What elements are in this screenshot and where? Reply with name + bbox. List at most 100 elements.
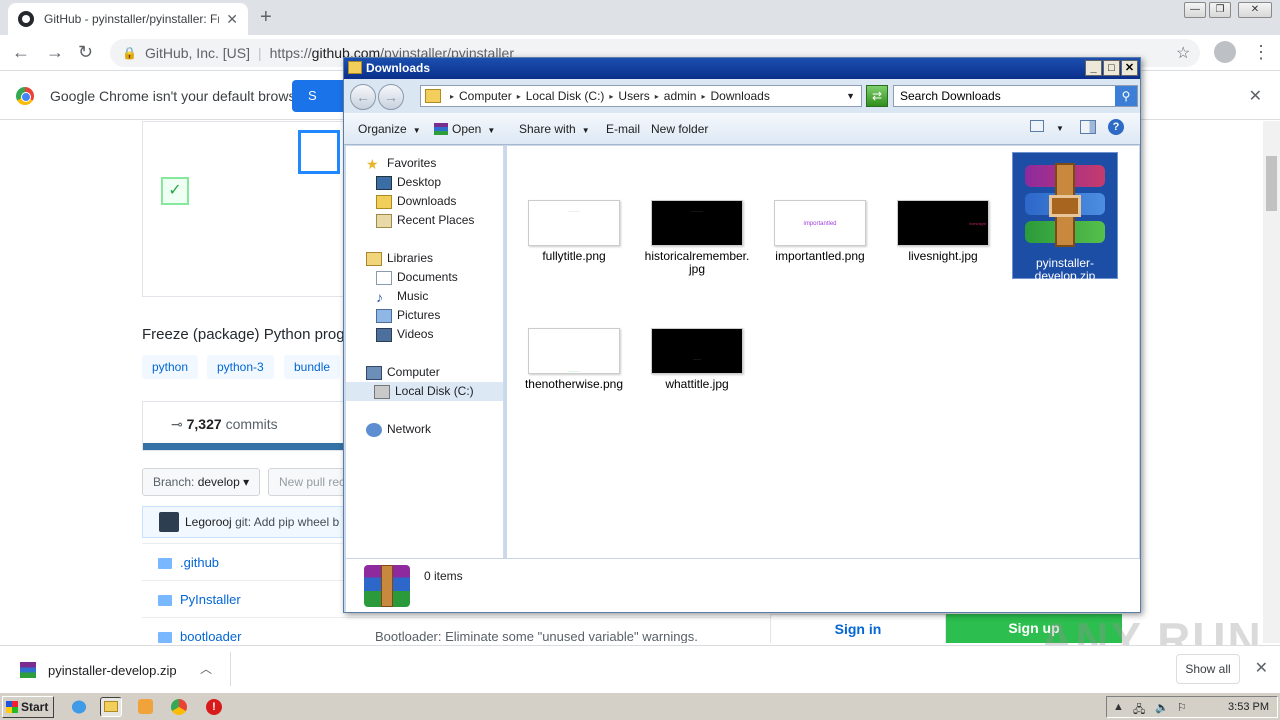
chevron-down-icon[interactable]: ▼ <box>1056 124 1064 133</box>
open-button[interactable]: Open ▼ <box>434 122 495 136</box>
breadcrumb-item[interactable]: Computer <box>459 89 512 103</box>
nav-computer[interactable]: Computer <box>366 363 440 382</box>
file-item[interactable]: livesnight livesnight.jpg <box>890 200 996 263</box>
bookmark-star-icon[interactable]: ☆ <box>1176 43 1190 63</box>
file-row[interactable]: bootloader Bootloader: Eliminate some "u… <box>142 617 772 643</box>
explorer-titlebar[interactable]: Downloads _ □ ✕ <box>344 58 1140 79</box>
branch-name: develop <box>197 475 240 489</box>
sign-in-button[interactable]: Sign in <box>770 614 946 643</box>
details-pane: 0 items <box>346 558 1140 612</box>
chrome-icon <box>16 86 34 105</box>
file-link[interactable]: PyInstaller <box>180 592 241 607</box>
chevron-down-icon[interactable]: ▼ <box>846 91 855 101</box>
topic-tag[interactable]: bundle <box>284 355 341 379</box>
close-shelf-icon[interactable]: ✕ <box>1255 658 1268 678</box>
reload-icon[interactable]: ↻ <box>78 42 93 63</box>
nav-desktop[interactable]: Desktop <box>376 173 441 192</box>
security-alert-icon[interactable]: ! <box>203 697 225 717</box>
volume-icon[interactable]: 🔈 <box>1155 701 1169 714</box>
chevron-right-icon[interactable]: ▸ <box>701 92 705 101</box>
chevron-right-icon[interactable]: ▸ <box>517 92 521 101</box>
search-input[interactable]: Search Downloads ⚲ <box>893 85 1138 107</box>
menu-kebab-icon[interactable]: ⋮ <box>1252 42 1270 63</box>
browser-tab[interactable]: GitHub - pyinstaller/pyinstaller: Freeze… <box>8 3 248 35</box>
maximize-button[interactable]: □ <box>1103 60 1120 76</box>
chrome-taskbar-icon[interactable] <box>168 697 190 717</box>
action-center-flag-icon[interactable]: ⚐ <box>1177 701 1191 714</box>
nav-local-disk[interactable]: Local Disk (C:) <box>346 382 503 401</box>
nav-favorites[interactable]: ★ Favorites <box>366 154 436 173</box>
back-icon[interactable]: ← <box>12 42 30 63</box>
breadcrumb[interactable]: ▸ Computer ▸ Local Disk (C:) ▸ Users ▸ a… <box>420 85 862 107</box>
file-item[interactable]: ——— thenotherwise.png <box>521 328 627 391</box>
thumbnail-text: livesnight <box>969 221 986 226</box>
close-button[interactable]: ✕ <box>1121 60 1138 76</box>
nav-pictures[interactable]: Pictures <box>376 306 440 325</box>
branch-select-button[interactable]: Branch: develop ▾ <box>142 468 261 496</box>
file-item[interactable]: ——— historicalremember.jpg <box>644 200 750 276</box>
internet-explorer-icon[interactable] <box>68 697 90 717</box>
show-all-button[interactable]: Show all <box>1176 654 1240 684</box>
new-tab-button[interactable]: + <box>260 6 272 29</box>
page-scrollbar[interactable] <box>1263 121 1280 643</box>
organize-button[interactable]: Organize ▼ <box>358 122 421 136</box>
folder-icon <box>104 701 118 712</box>
chevron-right-icon[interactable]: ▸ <box>450 92 454 101</box>
topic-tag[interactable]: python <box>142 355 199 379</box>
chevron-right-icon[interactable]: ▸ <box>609 92 613 101</box>
breadcrumb-item[interactable]: Users <box>618 89 649 103</box>
start-button[interactable]: Start <box>2 696 54 718</box>
clock[interactable]: 3:53 PM <box>1228 701 1269 713</box>
minimize-window-button[interactable]: — <box>1184 2 1206 18</box>
file-link[interactable]: bootloader <box>180 629 241 644</box>
file-item[interactable]: ——— fullytitle.png <box>521 200 627 263</box>
forward-icon[interactable]: → <box>46 42 64 63</box>
nav-videos[interactable]: Videos <box>376 325 433 344</box>
email-button[interactable]: E-mail <box>606 122 640 136</box>
libraries-icon <box>366 251 382 266</box>
minimize-button[interactable]: _ <box>1085 60 1102 76</box>
image-thumbnail: livesnight <box>897 200 989 246</box>
chevron-right-icon[interactable]: ▸ <box>655 92 659 101</box>
search-icon[interactable]: ⚲ <box>1115 86 1137 106</box>
nav-documents[interactable]: Documents <box>376 268 458 287</box>
file-link[interactable]: .github <box>180 555 219 570</box>
nav-recent-places[interactable]: Recent Places <box>376 211 474 230</box>
back-icon[interactable]: ← <box>350 84 376 110</box>
nav-libraries[interactable]: Libraries <box>366 249 433 268</box>
preview-pane-icon[interactable] <box>1080 120 1096 134</box>
tab-close-icon[interactable]: ✕ <box>226 11 238 28</box>
nav-downloads[interactable]: Downloads <box>376 192 456 211</box>
profile-avatar-icon[interactable] <box>1214 41 1236 63</box>
new-folder-button[interactable]: New folder <box>651 122 708 136</box>
download-item[interactable]: pyinstaller-develop.zip <box>20 662 177 678</box>
close-window-button[interactable]: ✕ <box>1238 2 1272 18</box>
file-item[interactable]: —— whattitle.jpg <box>644 328 750 391</box>
chevron-up-icon[interactable]: ︿ <box>200 660 212 677</box>
network-icon[interactable]: 🖧 <box>1133 701 1147 716</box>
restore-window-button[interactable]: ❐ <box>1209 2 1231 18</box>
scrollbar-thumb[interactable] <box>1266 156 1277 211</box>
forward-icon[interactable]: → <box>378 84 404 110</box>
media-player-glyph <box>138 699 153 714</box>
file-item-selected[interactable]: pyinstaller-develop.zip <box>1012 152 1118 283</box>
breadcrumb-item[interactable]: admin <box>664 89 697 103</box>
share-with-button[interactable]: Share with ▼ <box>519 122 590 136</box>
explorer-taskbar-icon[interactable] <box>100 697 122 717</box>
view-options-icon[interactable] <box>1030 120 1044 132</box>
breadcrumb-item[interactable]: Downloads <box>710 89 769 103</box>
file-item[interactable]: importantled importantled.png <box>767 200 873 263</box>
help-icon[interactable]: ? <box>1108 119 1124 135</box>
nav-network[interactable]: Network <box>366 420 431 439</box>
topic-tag[interactable]: python-3 <box>207 355 274 379</box>
refresh-icon[interactable]: ⇄ <box>866 85 888 107</box>
commit-author[interactable]: Legorooj <box>185 515 232 529</box>
chevron-up-icon[interactable]: ▲ <box>1113 701 1127 714</box>
breadcrumb-item[interactable]: Local Disk (C:) <box>526 89 605 103</box>
commits-link[interactable]: ⊸ 7,327 commits <box>171 416 278 433</box>
search-placeholder: Search Downloads <box>900 89 1001 103</box>
commit-message[interactable]: git: Add pip wheel b <box>235 515 339 529</box>
infobar-close-icon[interactable]: ✕ <box>1249 86 1262 106</box>
media-player-icon[interactable] <box>135 697 157 717</box>
nav-music[interactable]: ♪ Music <box>376 287 428 306</box>
